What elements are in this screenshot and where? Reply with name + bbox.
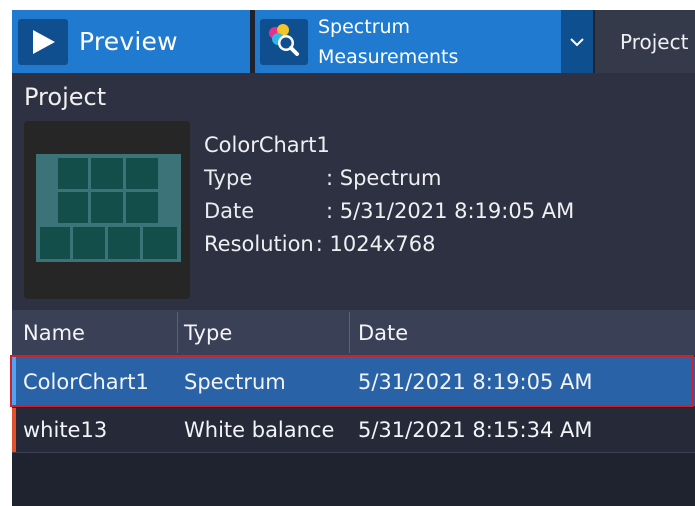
play-icon [18,18,68,65]
panel-title: Project [24,83,107,111]
type-key: Type [204,166,253,190]
chevron-down-icon [570,37,584,46]
spectrum-label-line1: Spectrum [318,15,411,38]
project-thumbnail [24,121,190,299]
type-value: : Spectrum [326,166,442,190]
column-divider[interactable] [349,312,350,353]
tab-project[interactable]: Project [595,10,695,73]
spectrum-search-icon [260,18,308,65]
selection-highlight-box [10,355,694,407]
resolution-key: Resolution [204,232,314,256]
preview-label: Preview [79,27,178,56]
table-row[interactable]: white13 White balance 5/31/2021 8:15:34 … [12,408,695,453]
spectrum-measurements-label: Spectrum Measurements [318,12,458,72]
color-chart-image [36,154,181,262]
project-name: ColorChart1 [204,133,330,157]
row-name: white13 [23,418,108,442]
project-info-panel: Project ColorChart1 Type : Spectrum Date… [12,73,695,310]
tab-project-label: Project [620,29,689,54]
row-type: White balance [184,418,335,442]
preview-button[interactable]: Preview [12,10,250,73]
row-date: 5/31/2021 8:15:34 AM [358,418,593,442]
toolbar: Preview Spectrum Measurements Project [12,10,695,73]
date-value: : 5/31/2021 8:19:05 AM [326,199,575,223]
column-header-type[interactable]: Type [184,310,232,355]
column-divider[interactable] [177,312,178,353]
column-header-date[interactable]: Date [358,310,408,355]
date-key: Date [204,199,255,223]
spectrum-label-line2: Measurements [318,45,459,68]
app-window: Preview Spectrum Measurements Project Pr… [12,10,695,506]
spectrum-measurements-button[interactable]: Spectrum Measurements [255,10,561,73]
table-header: Name Type Date [12,310,695,355]
resolution-value: : 1024x768 [315,232,436,256]
project-details: ColorChart1 Type : Spectrum Date : 5/31/… [204,129,574,261]
mode-dropdown-button[interactable] [561,10,593,73]
column-header-name[interactable]: Name [23,310,85,355]
